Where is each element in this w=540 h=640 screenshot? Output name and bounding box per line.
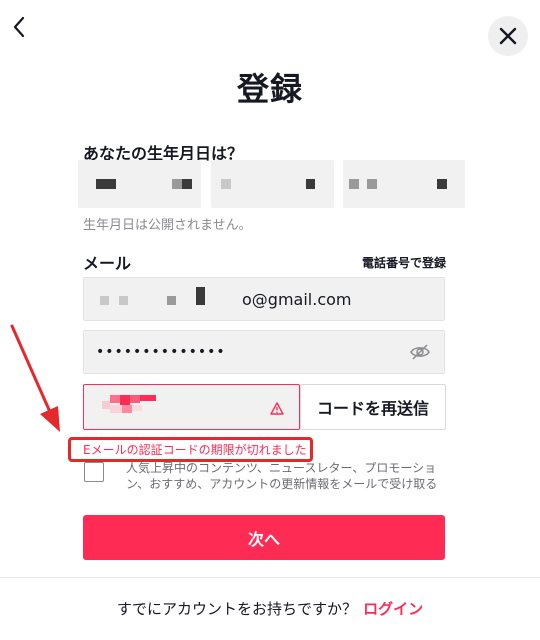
footer-login-prompt: すでにアカウントをお持ちですか？ ログイン — [0, 598, 540, 619]
consent-text: 人気上昇中のコンテンツ、ニュースレター、プロモーション、おすすめ、アカウントの更… — [126, 461, 438, 491]
resend-code-button[interactable]: コードを再送信 — [300, 384, 446, 430]
next-button[interactable]: 次へ — [83, 515, 445, 560]
email-value: o@gmail.com — [242, 289, 352, 309]
birth-day-select[interactable] — [211, 160, 334, 208]
email-input[interactable]: o@gmail.com — [83, 277, 445, 321]
password-input[interactable]: •••••••••••••• — [83, 330, 445, 374]
footer-question: すでにアカウントをお持ちですか？ — [116, 600, 358, 618]
phone-register-link[interactable]: 電話番号で登録 — [362, 254, 446, 271]
footer-divider — [0, 577, 540, 578]
close-icon — [499, 27, 517, 45]
birth-year-select[interactable] — [343, 160, 465, 208]
marketing-consent-checkbox[interactable] — [84, 462, 104, 482]
close-button[interactable] — [488, 16, 528, 56]
warning-icon — [270, 400, 284, 419]
annotation-arrow-icon — [10, 324, 60, 432]
login-link[interactable]: ログイン — [363, 600, 423, 618]
eye-off-icon[interactable] — [410, 343, 430, 365]
